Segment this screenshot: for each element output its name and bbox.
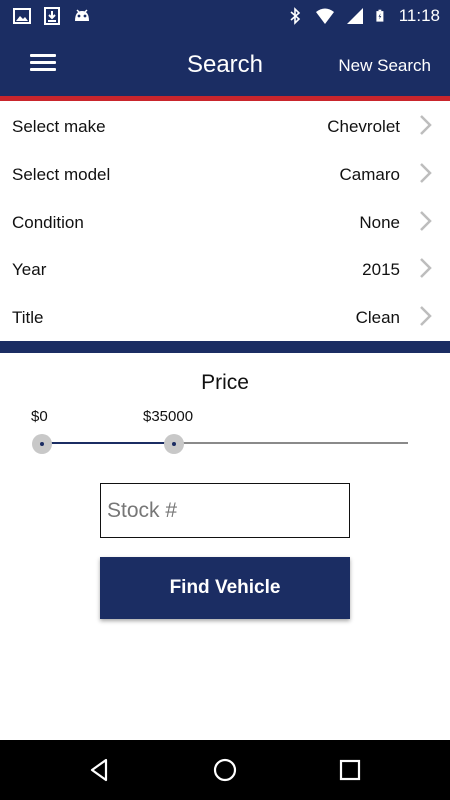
price-max-label: $35000 [143,408,194,425]
chevron-right-icon [420,258,432,279]
slider-thumb-max[interactable] [163,434,184,454]
stock-number-input[interactable] [100,483,350,538]
recents-icon[interactable] [336,756,364,784]
app-bar: Search New Search [0,32,450,96]
chevron-right-icon [420,162,432,183]
chevron-right-icon [420,115,432,135]
find-vehicle-button[interactable]: Find Vehicle [100,557,350,619]
filter-row-make[interactable]: Select make Chevrolet [0,101,450,149]
wifi-icon [315,8,334,24]
home-icon[interactable] [211,756,239,784]
system-nav-bar [0,740,450,800]
filter-value: Clean [355,308,400,328]
filter-value: 2015 [362,260,400,280]
filter-label: Year [12,260,47,280]
filter-label: Title [12,308,44,328]
price-title: Price [201,371,249,394]
filter-label: Select make [12,117,106,136]
chevron-right-icon [420,306,432,327]
bluetooth-icon [290,7,300,25]
slider-thumb-min[interactable] [32,434,52,454]
filter-value: Camaro [339,164,400,184]
filter-row-year[interactable]: Year 2015 [0,244,450,292]
back-icon[interactable] [86,756,114,784]
new-search-button[interactable]: New Search [338,56,431,76]
chevron-right-icon [420,210,432,231]
price-range-slider[interactable] [32,434,408,454]
filter-row-model[interactable]: Select model Camaro [0,149,450,197]
filter-list: Select make Chevrolet Select model Camar… [0,101,450,340]
battery-icon [376,9,384,22]
slider-range-fill [42,442,174,444]
section-divider [0,341,450,353]
image-icon [13,8,31,24]
status-bar: 11:18 [0,0,450,32]
filter-value: Chevrolet [327,117,400,136]
filter-label: Select model [12,164,111,184]
signal-icon [346,8,363,24]
filter-label: Condition [12,212,84,232]
price-min-label: $0 [31,408,48,425]
android-icon [75,9,89,21]
filter-row-condition[interactable]: Condition None [0,197,450,245]
filter-value: None [359,212,400,232]
status-time: 11:18 [398,6,440,25]
filter-row-title[interactable]: Title Clean [0,292,450,340]
download-icon [44,7,60,25]
